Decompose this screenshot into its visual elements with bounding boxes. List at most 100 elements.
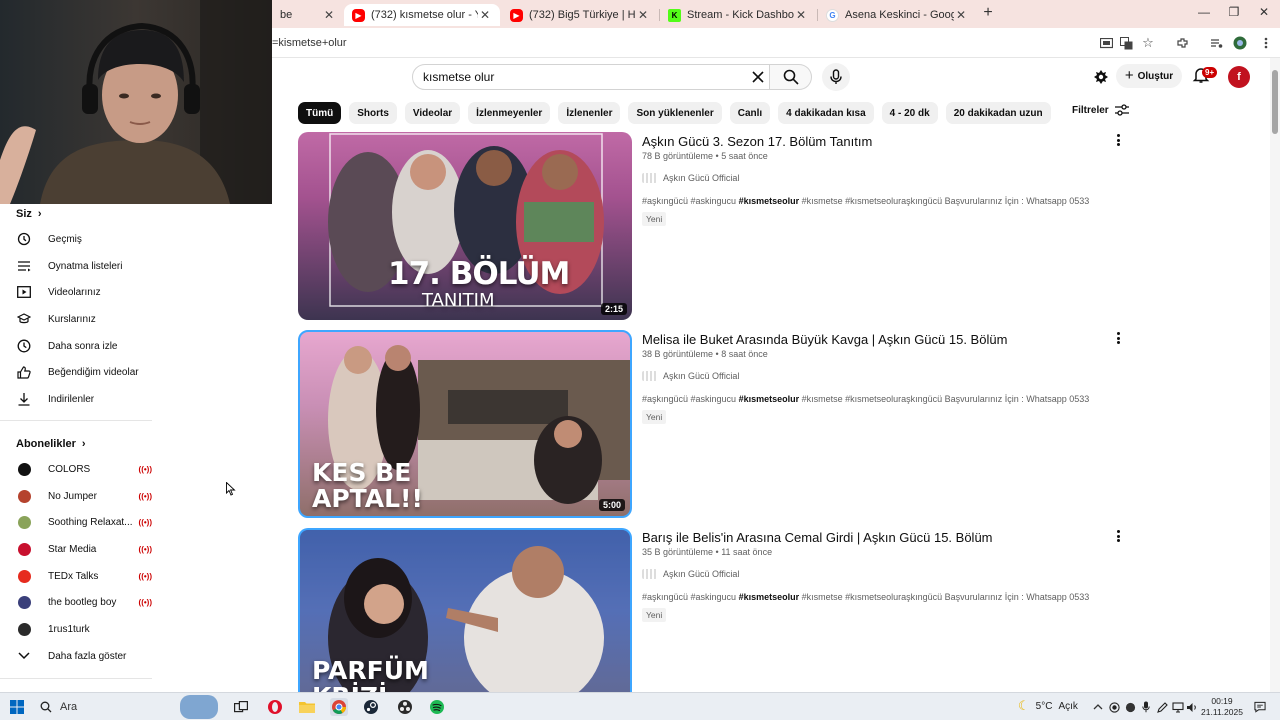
- close-icon[interactable]: ✕: [322, 8, 336, 22]
- microphone-icon[interactable]: [1140, 701, 1152, 713]
- more-vert-icon[interactable]: [1112, 330, 1124, 346]
- weather-widget[interactable]: ☾ 5°C Açık: [1018, 698, 1078, 714]
- task-view-icon[interactable]: [232, 698, 250, 716]
- chip-unwatched[interactable]: İzlenmeyenler: [468, 102, 551, 124]
- chevron-up-icon[interactable]: [1092, 701, 1104, 713]
- chip-shorts[interactable]: Shorts: [349, 102, 397, 124]
- steam-icon[interactable]: [362, 698, 380, 716]
- spotify-icon[interactable]: [428, 698, 446, 716]
- sidebar-subscription[interactable]: No Jumper ((•)): [16, 485, 152, 507]
- close-icon[interactable]: ✕: [478, 8, 492, 22]
- video-thumbnail[interactable]: PARFÜM KRİZİ: [298, 528, 632, 692]
- video-title[interactable]: Aşkın Gücü 3. Sezon 17. Bölüm Tanıtım: [642, 134, 872, 149]
- record-icon[interactable]: [1108, 701, 1120, 713]
- browser-tab[interactable]: K Stream - Kick Dashboard ✕: [660, 4, 816, 26]
- clear-search-icon[interactable]: [751, 70, 765, 84]
- notification-center-icon[interactable]: [1254, 701, 1266, 713]
- chip-4-20-min[interactable]: 4 - 20 dk: [881, 102, 938, 124]
- tray-app-icon[interactable]: [1124, 701, 1136, 713]
- chip-videos[interactable]: Videolar: [404, 102, 461, 124]
- sidebar-subscription[interactable]: COLORS ((•)): [16, 458, 152, 480]
- translate-icon[interactable]: [1118, 35, 1134, 51]
- create-button[interactable]: + Oluştur: [1116, 64, 1182, 88]
- restore-icon[interactable]: ❐: [1224, 5, 1244, 19]
- chip-live[interactable]: Canlı: [729, 102, 771, 124]
- search-input[interactable]: [423, 65, 743, 89]
- opera-gx-icon[interactable]: [266, 698, 284, 716]
- sidebar-subscription[interactable]: Star Media ((•)): [16, 538, 152, 560]
- live-indicator-icon: ((•)): [138, 571, 152, 581]
- sidebar-item-courses[interactable]: Kurslarınız: [16, 308, 152, 330]
- sidebar-subscription[interactable]: Soothing Relaxat... ((•)): [16, 511, 152, 533]
- sidebar-item-playlists[interactable]: Oynatma listeleri: [16, 255, 152, 277]
- you-section-header[interactable]: Siz ›: [16, 208, 42, 220]
- scrollbar-thumb[interactable]: [1272, 70, 1278, 134]
- chip-all[interactable]: Tümü: [298, 102, 342, 124]
- chip-watched[interactable]: İzlenenler: [558, 102, 621, 124]
- browser-tab-active[interactable]: ▶ (732) kısmetse olur - YouTube ✕: [344, 4, 500, 26]
- obs-icon[interactable]: [396, 698, 414, 716]
- bookmark-star-icon[interactable]: ☆: [1140, 35, 1156, 51]
- subscriptions-section-header[interactable]: Abonelikler ›: [16, 438, 86, 450]
- sidebar-item-downloads[interactable]: İndirilenler: [16, 388, 152, 410]
- browser-tab[interactable]: ▶ (732) Big5 Türkiye | Hazırlık Se ✕: [502, 4, 658, 26]
- sidebar-item-watch-later[interactable]: Daha sonra izle: [16, 335, 152, 357]
- windows-start-icon[interactable]: [8, 698, 26, 716]
- sidebar-item-your-videos[interactable]: Videolarınız: [16, 281, 152, 303]
- file-explorer-icon[interactable]: [298, 698, 316, 716]
- pen-icon[interactable]: [1156, 701, 1168, 713]
- thumbnail-caption-line1: PARFÜM: [312, 656, 429, 685]
- sidebar-subscription[interactable]: TEDx Talks ((•)): [16, 565, 152, 587]
- video-channel[interactable]: Aşkın Gücü Official: [642, 173, 739, 183]
- search-highlight-icon[interactable]: [180, 695, 218, 719]
- filters-button[interactable]: Filtreler: [1072, 104, 1129, 116]
- media-icon[interactable]: [1208, 35, 1224, 51]
- chip-over-20-min[interactable]: 20 dakikadan uzun: [945, 102, 1051, 124]
- network-icon[interactable]: [1172, 701, 1184, 713]
- chip-under-4-min[interactable]: 4 dakikadan kısa: [778, 102, 874, 124]
- system-clock[interactable]: 00:19 21.11.2025: [1200, 696, 1244, 718]
- video-thumbnail[interactable]: 17. BÖLÜM TANITIM 2:15: [298, 132, 632, 320]
- close-icon[interactable]: ✕: [794, 8, 808, 22]
- close-icon[interactable]: ✕: [954, 8, 968, 22]
- url-field[interactable]: =kismetse+olur: [272, 32, 1092, 54]
- sidebar-show-more[interactable]: Daha fazla göster: [16, 645, 152, 667]
- video-channel[interactable]: Aşkın Gücü Official: [642, 569, 739, 579]
- browser-tab[interactable]: G Asena Keskinci - Google'da Ara ✕: [818, 4, 976, 26]
- sidebar-item-label: Daha fazla göster: [48, 650, 127, 662]
- close-window-icon[interactable]: ✕: [1254, 5, 1274, 19]
- close-icon[interactable]: ✕: [636, 8, 650, 22]
- create-label: Oluştur: [1137, 70, 1174, 82]
- account-avatar[interactable]: f: [1228, 66, 1250, 88]
- live-indicator-icon: ((•)): [138, 517, 152, 527]
- video-title[interactable]: Barış ile Belis'in Arasına Cemal Girdi |…: [642, 530, 993, 545]
- new-tab-icon[interactable]: +: [980, 5, 996, 21]
- extensions-icon[interactable]: [1174, 35, 1190, 51]
- more-vert-icon[interactable]: [1258, 35, 1274, 51]
- profile-icon[interactable]: [1232, 35, 1248, 51]
- video-channel[interactable]: Aşkın Gücü Official: [642, 371, 739, 381]
- channel-name: Aşkın Gücü Official: [663, 569, 740, 579]
- volume-icon[interactable]: [1186, 701, 1198, 713]
- description-text: #kısmetse #kısmetseoluraşkıngücü Başvuru…: [801, 592, 1092, 602]
- more-vert-icon[interactable]: [1112, 132, 1124, 148]
- youtube-studio-icon[interactable]: [1092, 68, 1110, 86]
- sidebar-item-liked-videos[interactable]: Beğendiğim videolar: [16, 361, 152, 383]
- browser-tab[interactable]: be ✕: [272, 4, 344, 26]
- search-button[interactable]: [770, 64, 812, 90]
- voice-search-button[interactable]: [822, 63, 850, 91]
- sidebar-item-history[interactable]: Geçmiş: [16, 228, 152, 250]
- sidebar-subscription[interactable]: 1rus1turk: [16, 618, 152, 640]
- thumbnail-caption-line1: KES BE: [312, 458, 412, 487]
- filters-label: Filtreler: [1072, 104, 1109, 116]
- cast-icon[interactable]: [1098, 35, 1114, 51]
- minimize-icon[interactable]: —: [1194, 5, 1214, 19]
- video-title[interactable]: Melisa ile Buket Arasında Büyük Kavga | …: [642, 332, 1007, 347]
- chip-recent[interactable]: Son yüklenenler: [628, 102, 722, 124]
- channel-avatar: [16, 461, 32, 477]
- sidebar-subscription[interactable]: the bootleg boy ((•)): [16, 591, 152, 613]
- video-thumbnail[interactable]: KES BE APTAL!! 5:00: [298, 330, 632, 518]
- page-scrollbar[interactable]: [1270, 58, 1280, 692]
- chrome-icon[interactable]: [330, 698, 348, 716]
- more-vert-icon[interactable]: [1112, 528, 1124, 544]
